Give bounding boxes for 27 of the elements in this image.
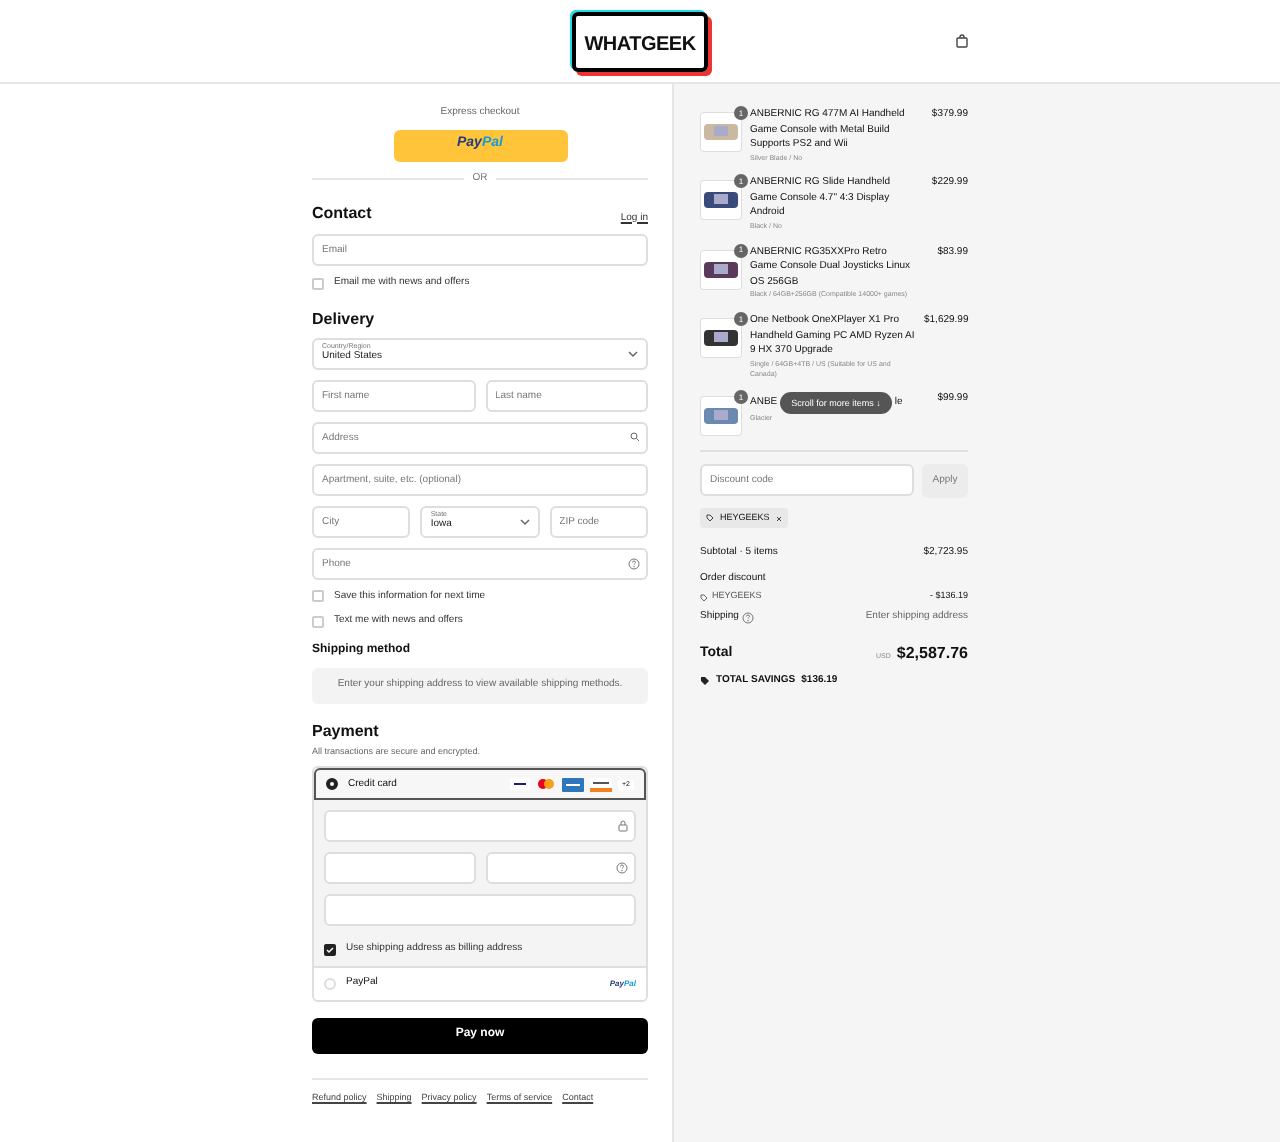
card-number-field[interactable] [324,810,636,843]
card-brand-logo [562,777,584,792]
shopping-bag-icon[interactable] [956,34,968,48]
help-icon [628,557,640,569]
checkbox[interactable] [324,944,336,956]
tag-icon [706,514,714,523]
savings-tag-icon [700,675,710,686]
card-brand-logo [510,778,530,791]
chevron-icon [628,349,638,357]
radio-button[interactable] [326,778,338,791]
section-title: Payment [312,719,381,743]
tag-icon [700,593,708,602]
chevron-icon [519,517,530,525]
expiry-field[interactable] [324,852,475,885]
help-icon [616,862,628,875]
logo[interactable]: WHATGEEK [572,11,708,71]
close-icon[interactable] [775,515,782,522]
name-on-card-field[interactable] [324,894,636,927]
card-brand-logo [536,778,556,791]
section-title: Delivery [312,307,377,331]
total-value: $2,587.76 [896,641,968,666]
lock-icon [618,820,628,833]
card-brand-logo [590,777,612,792]
help-icon [742,611,755,624]
security-code-field[interactable] [485,852,636,885]
search-icon [630,432,640,442]
section-title: Contact [312,202,372,226]
